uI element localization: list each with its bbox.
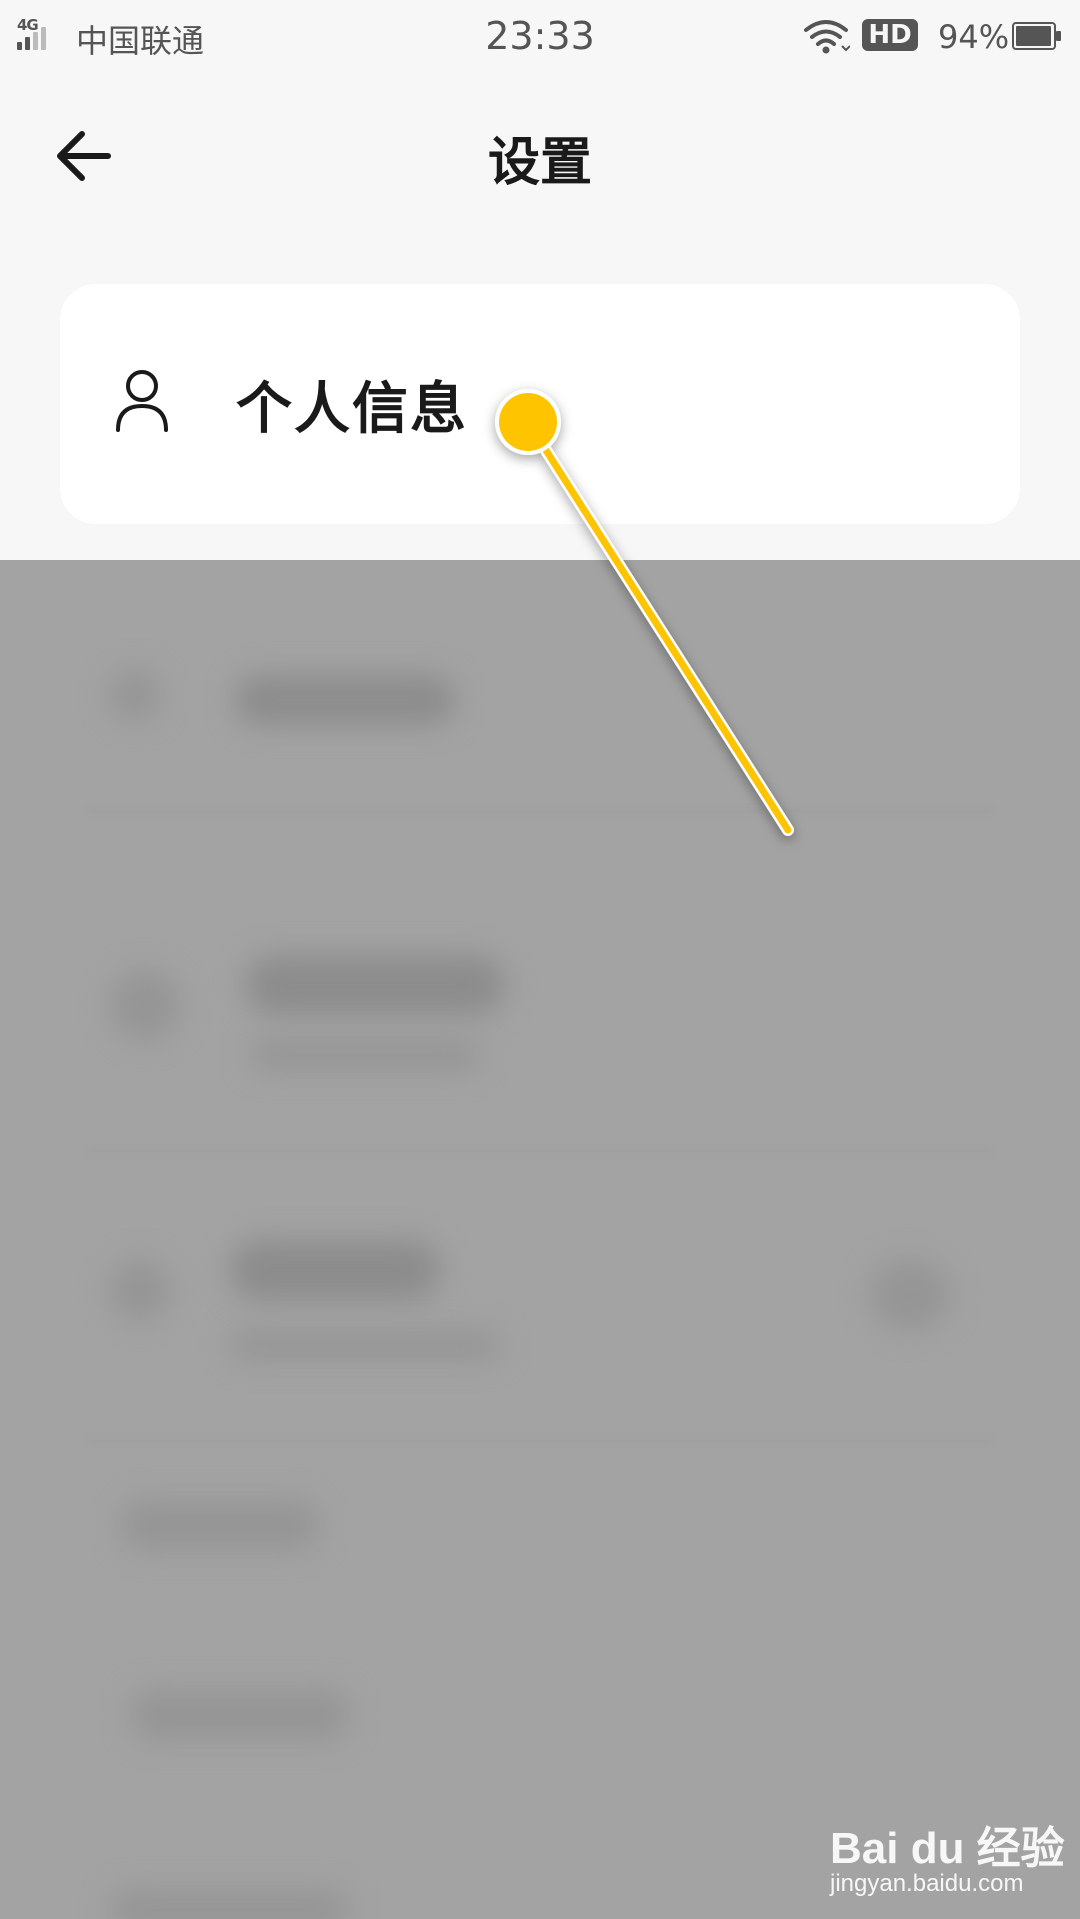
- battery-percent: 94%: [938, 18, 1010, 56]
- personal-info-item[interactable]: 个人信息: [60, 284, 1020, 524]
- page-title: 设置: [487, 133, 592, 193]
- wifi-icon: [804, 20, 850, 54]
- personal-info-label: 个人信息: [236, 377, 468, 442]
- watermark-url: jingyan.baidu.com: [830, 1870, 1024, 1897]
- user-icon: [116, 370, 168, 432]
- battery-icon: [1012, 22, 1061, 50]
- watermark-brand: Bai du 经验: [830, 1824, 1065, 1873]
- hd-badge: HD: [862, 19, 918, 51]
- clock: 23:33: [485, 14, 595, 58]
- status-bar: 4G 中国联通 23:33 HD 94%: [0, 0, 1080, 76]
- blurred-settings-list: [0, 560, 1080, 1919]
- baidu-watermark: Bai du 经验 jingyan.baidu.com: [826, 1800, 1066, 1910]
